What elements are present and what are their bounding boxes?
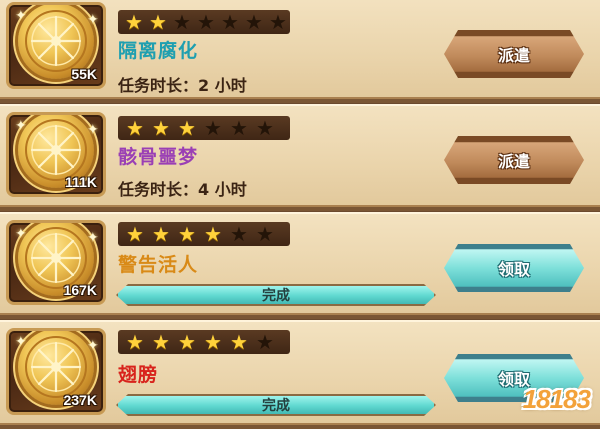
- sparkle-icon: ✦: [87, 122, 99, 138]
- mission-icon-frame: ✦ ✦ 167K: [6, 220, 106, 305]
- sparkle-icon: ✦: [87, 338, 99, 354]
- difficulty-stars: ★ ★ ★ ★ ★ ★: [118, 330, 290, 354]
- star-filled-icon: ★: [126, 222, 144, 246]
- star-empty-icon: ★: [173, 10, 191, 34]
- star-filled-icon: ★: [152, 222, 170, 246]
- star-empty-icon: ★: [204, 116, 222, 140]
- mission-row: ✦ ✦ 167K ★ ★ ★ ★ ★ ★ 警告活人 完成 领取: [0, 212, 600, 319]
- claim-button[interactable]: 领取: [444, 244, 584, 292]
- star-filled-icon: ★: [204, 222, 222, 246]
- star-filled-icon: ★: [152, 116, 170, 140]
- sparkle-icon: ✦: [87, 12, 99, 28]
- star-filled-icon: ★: [126, 330, 144, 354]
- difficulty-stars: ★ ★ ★ ★ ★ ★: [118, 222, 290, 246]
- mission-duration: 任务时长：4 小时: [118, 180, 247, 199]
- difficulty-stars: ★ ★ ★ ★ ★ ★: [118, 116, 290, 140]
- sparkle-icon: ✦: [15, 226, 27, 242]
- site-watermark: 18183: [522, 384, 591, 414]
- reward-amount: 237K: [63, 392, 97, 408]
- mission-icon-frame: ✦ ✦ 111K: [6, 112, 106, 197]
- star-filled-icon: ★: [178, 330, 196, 354]
- star-filled-icon: ★: [126, 116, 144, 140]
- mission-row: ✦ ✦ 237K ★ ★ ★ ★ ★ ★ 翅膀 完成 领取: [0, 320, 600, 429]
- mission-title: 翅膀: [118, 364, 159, 386]
- star-empty-icon: ★: [256, 222, 274, 246]
- star-empty-icon: ★: [256, 116, 274, 140]
- star-empty-icon: ★: [269, 10, 287, 34]
- star-empty-icon: ★: [230, 222, 248, 246]
- mission-row: ✦ ✦ 55K ★ ★ ★ ★ ★ ★ ★ 隔离腐化 任务时长：2 小时 派遣: [0, 0, 600, 103]
- dispatch-button[interactable]: 派遣: [444, 30, 584, 78]
- mission-title: 骸骨噩梦: [118, 146, 199, 168]
- star-filled-icon: ★: [125, 10, 143, 34]
- star-filled-icon: ★: [204, 330, 222, 354]
- sparkle-icon: ✦: [15, 118, 27, 134]
- star-filled-icon: ★: [230, 330, 248, 354]
- progress-bar: 完成: [116, 284, 436, 306]
- sparkle-icon: ✦: [15, 8, 27, 24]
- star-filled-icon: ★: [178, 222, 196, 246]
- sparkle-icon: ✦: [15, 334, 27, 350]
- mission-row: ✦ ✦ 111K ★ ★ ★ ★ ★ ★ 骸骨噩梦 任务时长：4 小时 派遣: [0, 104, 600, 211]
- progress-label: 完成: [262, 288, 290, 304]
- star-empty-icon: ★: [230, 116, 248, 140]
- star-filled-icon: ★: [152, 330, 170, 354]
- dispatch-button[interactable]: 派遣: [444, 136, 584, 184]
- progress-label: 完成: [262, 398, 290, 414]
- star-empty-icon: ★: [221, 10, 239, 34]
- mission-icon-frame: ✦ ✦ 237K: [6, 328, 106, 415]
- reward-amount: 111K: [65, 174, 97, 190]
- mission-duration: 任务时长：2 小时: [118, 76, 247, 95]
- progress-bar: 完成: [116, 394, 436, 416]
- sparkle-icon: ✦: [87, 230, 99, 246]
- star-empty-icon: ★: [256, 330, 274, 354]
- star-filled-icon: ★: [178, 116, 196, 140]
- reward-amount: 167K: [63, 282, 97, 298]
- mission-title: 隔离腐化: [118, 40, 199, 62]
- mission-icon-frame: ✦ ✦ 55K: [6, 2, 106, 89]
- reward-amount: 55K: [71, 66, 97, 82]
- star-empty-icon: ★: [245, 10, 263, 34]
- star-filled-icon: ★: [149, 10, 167, 34]
- star-empty-icon: ★: [197, 10, 215, 34]
- difficulty-stars: ★ ★ ★ ★ ★ ★ ★: [118, 10, 290, 34]
- mission-title: 警告活人: [118, 254, 199, 276]
